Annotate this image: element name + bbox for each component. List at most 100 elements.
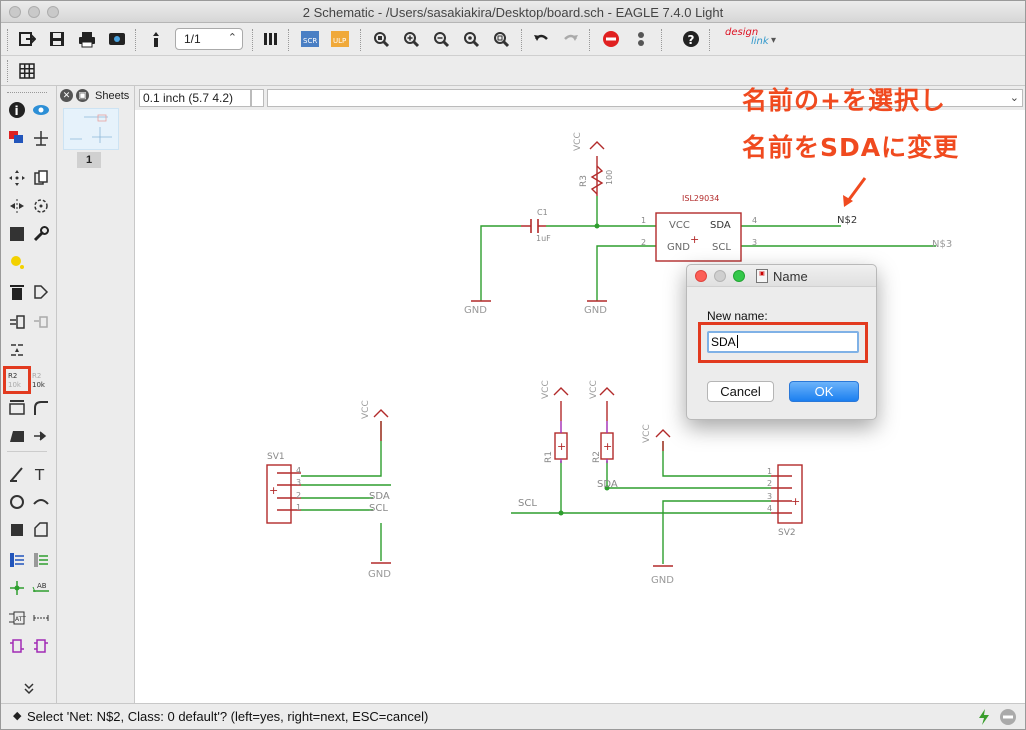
svg-text:+: + bbox=[557, 440, 566, 453]
rect-tool-icon[interactable] bbox=[5, 518, 29, 542]
erc-icon[interactable] bbox=[5, 634, 29, 658]
svg-text:?: ? bbox=[688, 33, 695, 47]
design-link-button[interactable]: design link ▾ bbox=[723, 26, 783, 52]
show-eye-icon[interactable] bbox=[29, 98, 53, 122]
more-tools-chevron-icon[interactable] bbox=[17, 676, 41, 700]
change-wrench-icon[interactable] bbox=[29, 222, 53, 246]
stop-icon[interactable] bbox=[999, 708, 1017, 729]
zoom-fit-icon[interactable] bbox=[369, 27, 393, 51]
eagle-window: 2 Schematic - /Users/sasakiakira/Desktop… bbox=[0, 0, 1026, 730]
rotate-icon[interactable] bbox=[29, 194, 53, 218]
zoom-select-icon[interactable] bbox=[489, 27, 513, 51]
save-icon[interactable] bbox=[45, 27, 69, 51]
group-icon[interactable] bbox=[5, 222, 29, 246]
add-part-icon[interactable] bbox=[29, 280, 53, 304]
sv2-pins bbox=[771, 475, 792, 514]
junctions bbox=[558, 223, 610, 516]
replace-icon[interactable] bbox=[5, 338, 29, 362]
dialog-title: Name bbox=[773, 269, 808, 284]
bom-columns-icon[interactable] bbox=[259, 27, 283, 51]
open-file-icon[interactable] bbox=[15, 27, 39, 51]
value-tool-icon[interactable]: R2 10k bbox=[29, 368, 53, 392]
svg-text:AB: AB bbox=[37, 582, 47, 590]
horizontal-scrollbar[interactable] bbox=[135, 691, 1025, 703]
svg-text:+: + bbox=[791, 495, 800, 508]
schematic-canvas[interactable]: + + + + + VCC R3 100 C1 1uF ISL29034 VCC… bbox=[135, 110, 1025, 703]
gateswap-icon[interactable] bbox=[29, 310, 53, 334]
new-name-label: New name: bbox=[707, 309, 768, 323]
arc-tool-icon[interactable] bbox=[29, 490, 53, 514]
ulp-icon[interactable]: ULP bbox=[328, 27, 352, 51]
display-layers-icon[interactable] bbox=[5, 126, 29, 150]
pinswap-icon[interactable] bbox=[5, 310, 29, 334]
stop-icon[interactable] bbox=[599, 27, 623, 51]
dialog-close-button[interactable] bbox=[695, 270, 707, 282]
sheets-label: Sheets bbox=[95, 90, 130, 102]
dialog-minimize-button[interactable] bbox=[714, 270, 726, 282]
ok-button[interactable]: OK bbox=[789, 381, 859, 402]
move-icon[interactable] bbox=[5, 166, 29, 190]
status-bar: ◆ Select 'Net: N$2, Class: 0 default'? (… bbox=[1, 703, 1025, 729]
net-icon[interactable] bbox=[29, 548, 53, 572]
sheet-select[interactable]: 1/1 ⌃ bbox=[175, 28, 243, 50]
cam-processor-icon[interactable] bbox=[105, 27, 129, 51]
resistor-leads bbox=[560, 421, 608, 463]
paste-icon[interactable] bbox=[5, 250, 29, 274]
annotation-line1: 名前の+を選択し bbox=[742, 86, 946, 115]
coord-aux-field bbox=[251, 89, 264, 107]
sheet-updown-icon[interactable] bbox=[144, 27, 168, 51]
new-name-value: SDA bbox=[711, 335, 736, 349]
wire-icon[interactable] bbox=[5, 462, 29, 486]
zoom-out-icon[interactable] bbox=[429, 27, 453, 51]
status-message: Select 'Net: N$2, Class: 0 default'? (le… bbox=[27, 709, 429, 724]
svg-text:SCR: SCR bbox=[303, 37, 317, 45]
status-diamond-icon: ◆ bbox=[13, 710, 22, 722]
invoke-icon[interactable] bbox=[29, 424, 53, 448]
zoom-redraw-icon[interactable] bbox=[459, 27, 483, 51]
help-icon[interactable]: ? bbox=[679, 27, 703, 51]
schematic-drawing: + + + + + bbox=[266, 141, 936, 567]
junction-icon[interactable] bbox=[5, 576, 29, 600]
text-tool-icon[interactable]: T bbox=[29, 462, 53, 486]
miter-icon[interactable] bbox=[29, 396, 53, 420]
cancel-button[interactable]: Cancel bbox=[707, 381, 774, 402]
sheet-select-value: 1/1 bbox=[184, 32, 201, 46]
delete-icon[interactable] bbox=[5, 280, 29, 304]
attribute-icon[interactable]: ATT bbox=[5, 606, 29, 630]
chevron-down-icon[interactable]: ⌄ bbox=[1010, 91, 1019, 104]
go-icon[interactable] bbox=[629, 27, 653, 51]
copy-icon[interactable] bbox=[29, 166, 53, 190]
new-name-input[interactable]: SDA bbox=[707, 331, 859, 353]
grid-icon[interactable] bbox=[15, 59, 39, 83]
mirror-icon[interactable] bbox=[5, 194, 29, 218]
tool-divider bbox=[7, 451, 47, 452]
undo-icon[interactable] bbox=[529, 27, 553, 51]
print-icon[interactable] bbox=[75, 27, 99, 51]
bus-icon[interactable] bbox=[5, 548, 29, 572]
main-toolbar: 1/1 ⌃ SCR ULP ? design link ▾ bbox=[1, 23, 1025, 56]
smash-icon[interactable] bbox=[5, 396, 29, 420]
annotation-line2: 名前をSDAに変更 bbox=[742, 133, 960, 162]
zoom-in-icon[interactable] bbox=[399, 27, 423, 51]
sheet-thumbnail[interactable] bbox=[63, 108, 119, 150]
mark-icon[interactable] bbox=[29, 126, 53, 150]
sheet-options-icon[interactable]: ▣ bbox=[76, 89, 89, 102]
polygon-tool-icon[interactable] bbox=[29, 518, 53, 542]
toolbar-separator bbox=[521, 29, 522, 51]
close-sheets-icon[interactable]: ✕ bbox=[60, 89, 73, 102]
redo-icon[interactable] bbox=[559, 27, 583, 51]
label-icon[interactable]: AB bbox=[29, 576, 53, 600]
script-icon[interactable]: SCR bbox=[298, 27, 322, 51]
toolbar-separator bbox=[709, 29, 710, 51]
circle-tool-icon[interactable] bbox=[5, 490, 29, 514]
name-tool-icon[interactable]: R2 10k bbox=[3, 366, 31, 394]
split-icon[interactable] bbox=[5, 424, 29, 448]
errors-icon[interactable] bbox=[29, 634, 53, 658]
window-title: 2 Schematic - /Users/sasakiakira/Desktop… bbox=[302, 5, 724, 20]
lightning-icon[interactable] bbox=[976, 708, 992, 729]
dialog-zoom-button[interactable] bbox=[733, 270, 745, 282]
design-link-bottom: link bbox=[751, 36, 769, 47]
info-icon[interactable]: i bbox=[5, 98, 29, 122]
dimension-icon[interactable] bbox=[29, 606, 53, 630]
svg-text:R2: R2 bbox=[8, 372, 17, 380]
